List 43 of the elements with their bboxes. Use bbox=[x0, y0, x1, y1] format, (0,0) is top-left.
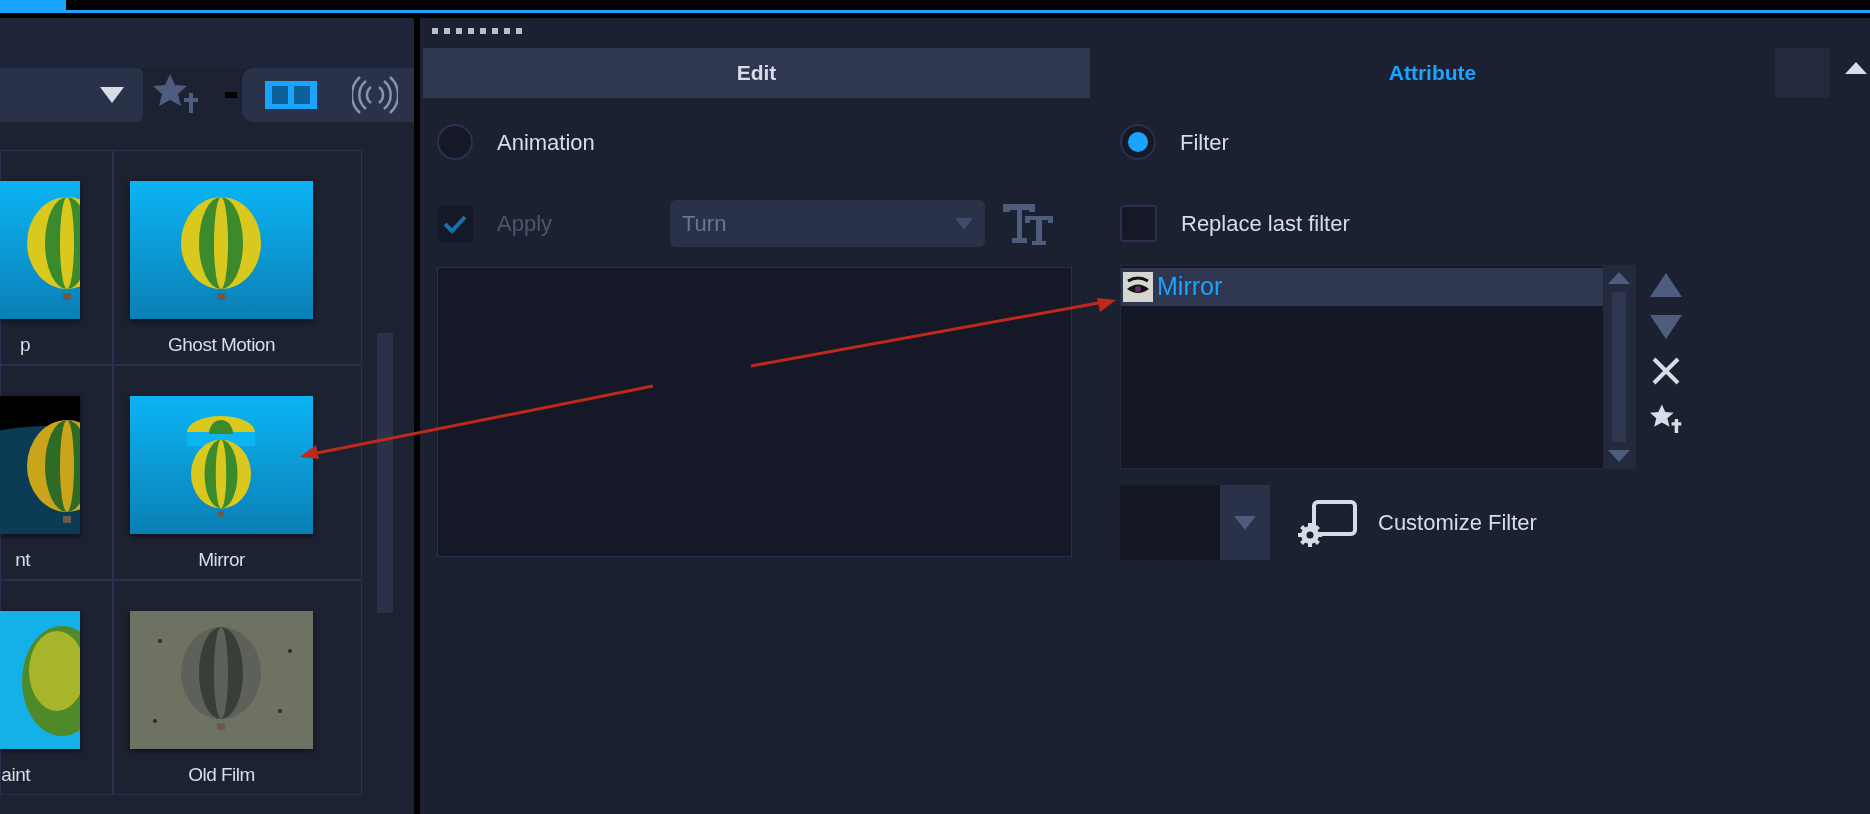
category-dropdown[interactable] bbox=[0, 68, 143, 122]
swatch-dropdown-button[interactable] bbox=[1220, 485, 1270, 560]
filter-item[interactable]: Mirror bbox=[1121, 268, 1603, 306]
drag-handle[interactable] bbox=[432, 28, 522, 34]
collapse-icon[interactable] bbox=[1845, 62, 1867, 74]
check-icon bbox=[443, 213, 467, 234]
effect-label: Old Film bbox=[188, 763, 255, 787]
caret-icon bbox=[955, 217, 973, 230]
eye-icon bbox=[1123, 272, 1153, 302]
color-swatch[interactable] bbox=[1120, 485, 1220, 560]
text-style-icon[interactable] bbox=[1001, 201, 1055, 246]
checkbox[interactable] bbox=[1120, 205, 1157, 242]
checkbox-label: Apply bbox=[497, 210, 554, 238]
effect-tile[interactable]: Mirror bbox=[113, 365, 362, 580]
effect-label: Ghost Motion bbox=[168, 333, 275, 357]
effect-label: Mirror bbox=[198, 548, 245, 572]
close-icon[interactable] bbox=[1652, 357, 1680, 385]
radio-button[interactable] bbox=[1120, 124, 1156, 160]
effect-tile[interactable]: Old Film bbox=[113, 580, 362, 795]
effect-tile[interactable]: aint bbox=[0, 580, 113, 795]
tab[interactable]: Edit bbox=[423, 48, 1090, 98]
move-up-icon[interactable] bbox=[1650, 273, 1682, 297]
effect-label: p bbox=[19, 333, 30, 357]
effect-tile[interactable]: p bbox=[0, 150, 113, 365]
scrollbar-thumb[interactable] bbox=[377, 333, 393, 613]
effect-label: aint bbox=[1, 763, 30, 787]
caret-icon bbox=[1234, 515, 1256, 530]
dash-icon bbox=[225, 92, 237, 98]
caret-icon bbox=[99, 86, 125, 104]
audio-icon[interactable] bbox=[352, 75, 398, 115]
scroll-down-icon[interactable] bbox=[1608, 450, 1630, 462]
effect-tile[interactable]: Ghost Motion bbox=[113, 150, 362, 365]
gear-window-icon bbox=[1296, 498, 1358, 547]
star-add-icon[interactable] bbox=[1650, 403, 1682, 435]
move-down-icon[interactable] bbox=[1650, 315, 1682, 339]
effect-label: nt bbox=[15, 548, 30, 572]
radio-label: Animation bbox=[497, 128, 595, 157]
radio-label: Filter bbox=[1180, 128, 1229, 157]
scroll-up-icon[interactable] bbox=[1608, 272, 1630, 284]
radio-button[interactable] bbox=[437, 124, 473, 160]
customize-filter-button[interactable]: Customize Filter bbox=[1296, 498, 1537, 547]
film-icon[interactable] bbox=[264, 80, 318, 110]
checkbox-label: Replace last filter bbox=[1181, 210, 1350, 238]
